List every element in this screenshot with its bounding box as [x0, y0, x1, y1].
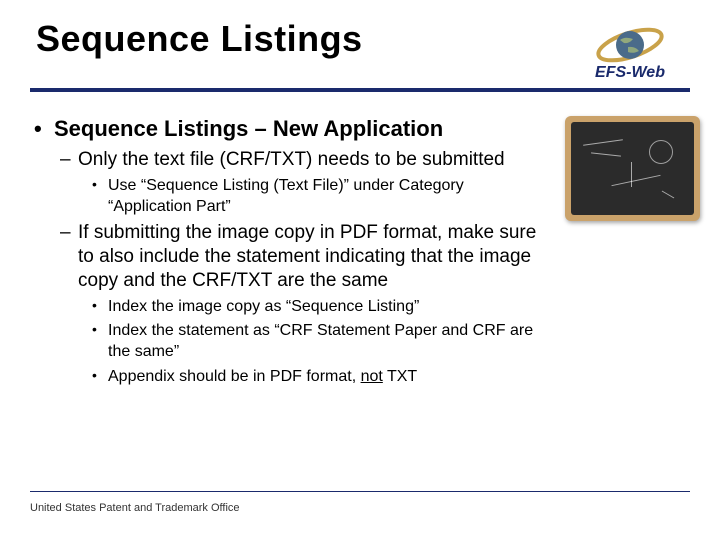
efs-web-text: EFS-Web: [595, 64, 665, 82]
slide: Sequence Listings EFS-Web: [0, 0, 720, 540]
bullet-sub1a: Use “Sequence Listing (Text File)” under…: [30, 176, 540, 218]
footer-text: United States Patent and Trademark Offic…: [30, 502, 240, 514]
title-rule: [30, 88, 690, 92]
bullet-sub2b: Index the statement as “CRF Statement Pa…: [30, 321, 540, 363]
efs-web-logo: EFS-Web: [570, 22, 690, 82]
footer-rule: [30, 491, 690, 493]
sub2c-prefix: Appendix should be in PDF format,: [108, 368, 361, 385]
bullet-sub1: Only the text file (CRF/TXT) needs to be…: [30, 148, 540, 172]
bullet-sub2: If submitting the image copy in PDF form…: [30, 221, 540, 292]
globe-ring-icon: [595, 22, 665, 68]
bullet-list: Sequence Listings – New Application Only…: [30, 116, 540, 388]
title-row: Sequence Listings EFS-Web: [30, 18, 690, 82]
bullet-sub2c: Appendix should be in PDF format, not TX…: [30, 367, 540, 388]
sub2c-not: not: [361, 368, 383, 385]
content-area: Sequence Listings – New Application Only…: [30, 116, 690, 388]
sub2c-suffix: TXT: [383, 368, 417, 385]
slide-title: Sequence Listings: [30, 18, 363, 60]
bullet-main: Sequence Listings – New Application: [30, 116, 540, 142]
chalkboard-image: [565, 116, 700, 221]
bullet-sub2a: Index the image copy as “Sequence Listin…: [30, 297, 540, 318]
